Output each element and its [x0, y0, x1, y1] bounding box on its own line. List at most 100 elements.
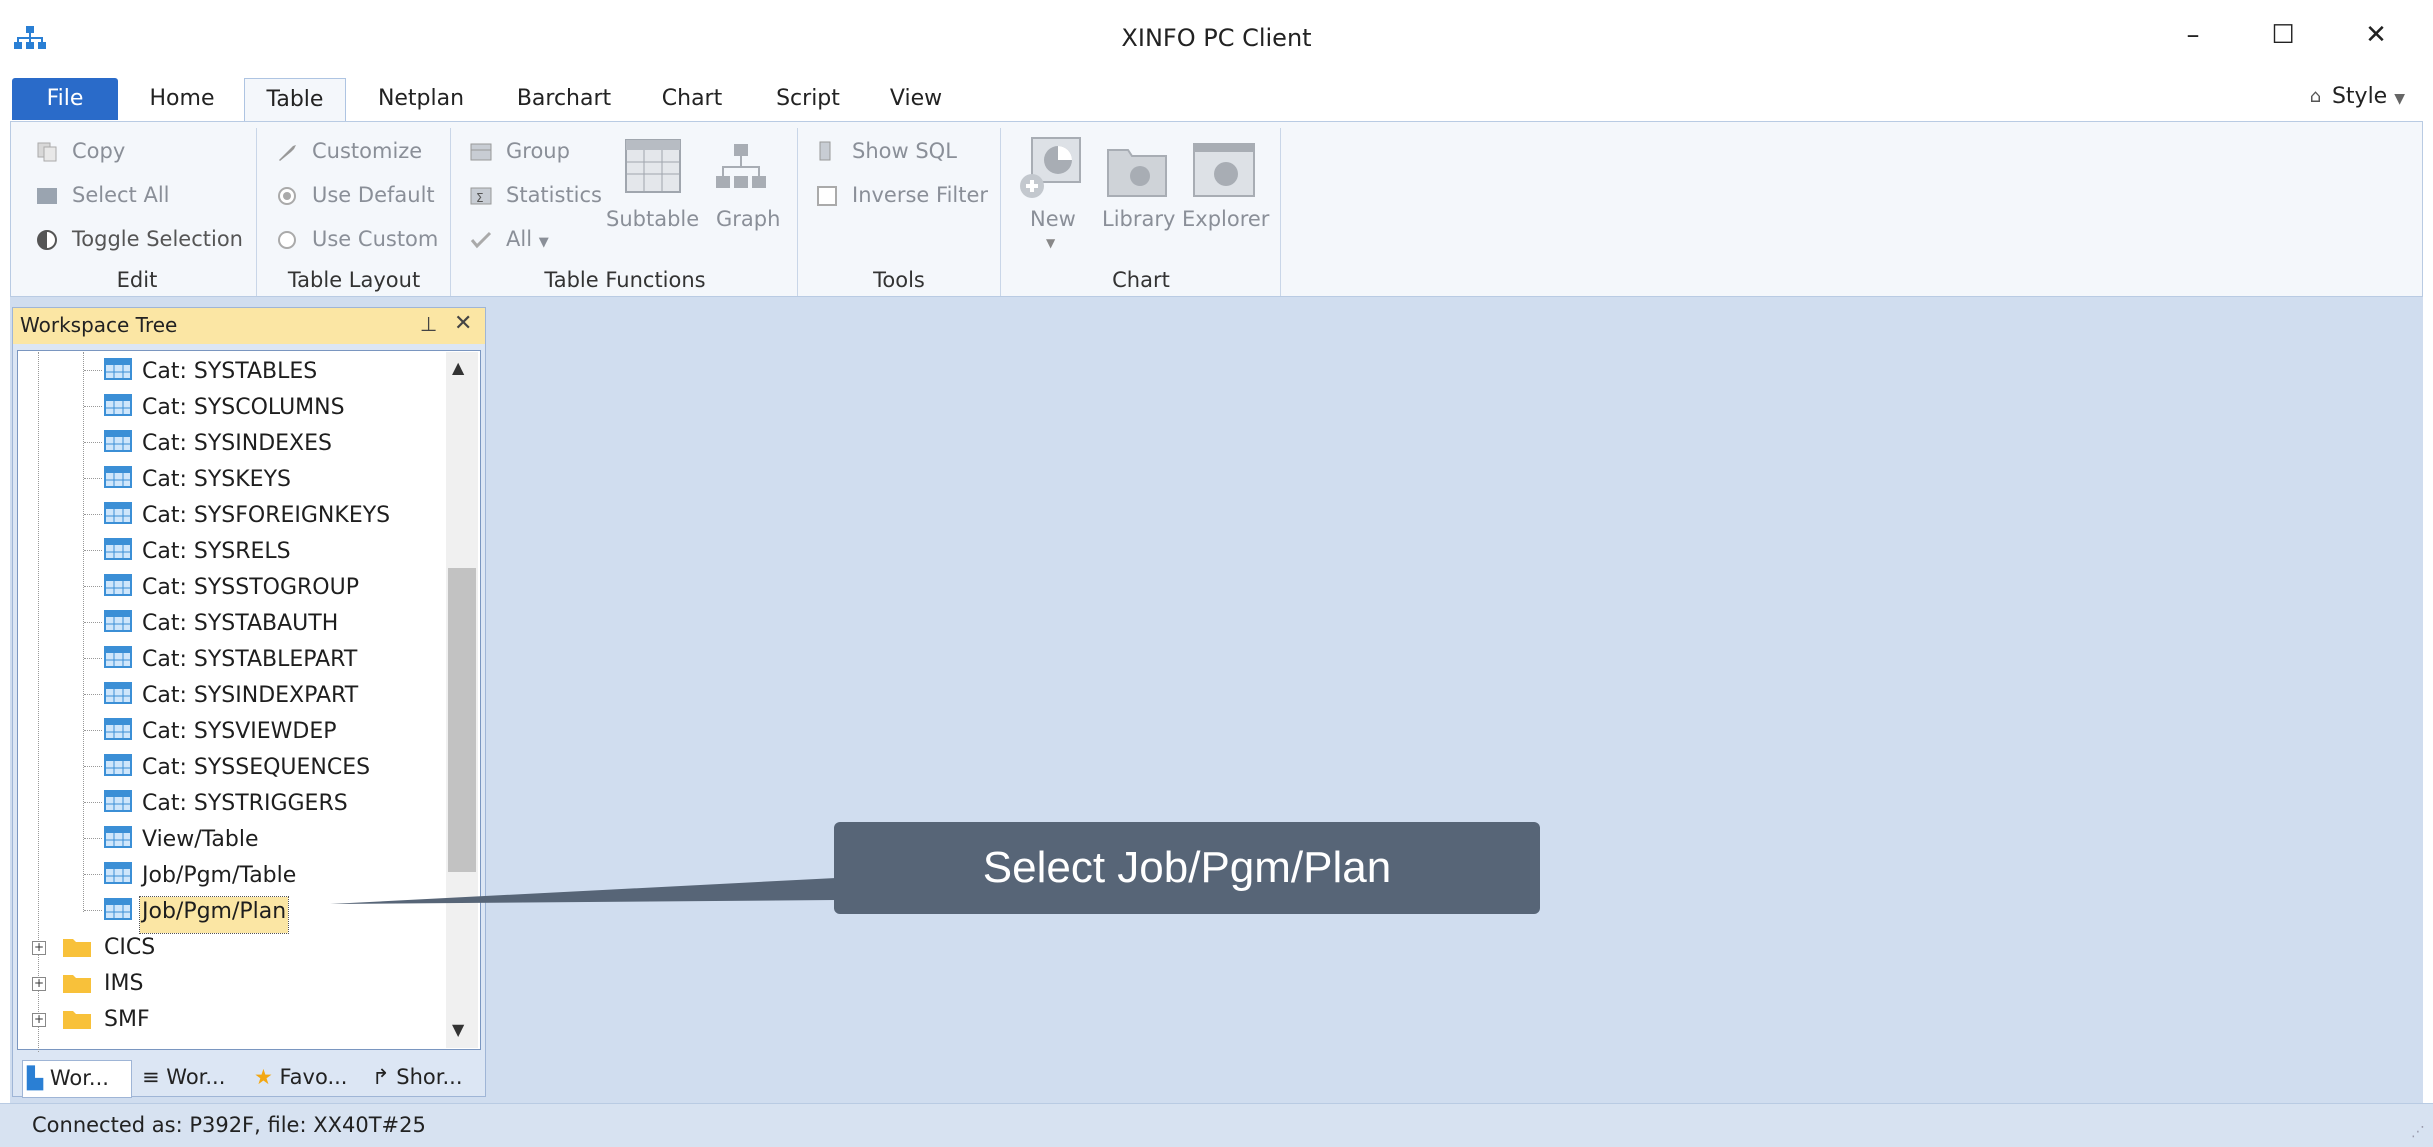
tree-item[interactable]: Cat: SYSSTOGROUP [142, 570, 359, 606]
status-text: Connected as: P392F, file: XX40T#25 [32, 1113, 426, 1137]
tree-item[interactable]: Cat: SYSRELS [142, 534, 291, 570]
all-dropdown[interactable]: All ▼ [506, 227, 549, 251]
ribbon-separator [450, 128, 451, 296]
tree-item[interactable]: Cat: SYSTABLEPART [142, 642, 357, 678]
tab-barchart[interactable]: Barchart [506, 78, 622, 120]
bottom-tab-shortcuts[interactable]: ↱ Shor... [372, 1060, 463, 1096]
workspace-tree-icon: ▙ [27, 1066, 44, 1090]
tab-chart[interactable]: Chart [652, 78, 732, 120]
bottom-tab-favorites[interactable]: ★ Favo... [254, 1060, 347, 1096]
show-sql-button[interactable]: Show SQL [852, 139, 957, 163]
tab-file[interactable]: File [12, 78, 118, 120]
tab-netplan[interactable]: Netplan [368, 78, 474, 120]
explorer-button[interactable]: Explorer [1182, 207, 1269, 231]
tab-script[interactable]: Script [766, 78, 850, 120]
tree-folder[interactable]: SMF [104, 1002, 150, 1038]
tree-guide-line [84, 802, 102, 803]
library-button[interactable]: Library [1102, 207, 1175, 231]
tree-item[interactable]: Job/Pgm/Table [142, 858, 296, 894]
maximize-button[interactable]: ☐ [2248, 14, 2318, 56]
subtable-button[interactable]: Subtable [606, 207, 699, 231]
copy-button[interactable]: Copy [72, 139, 125, 163]
tree-folder[interactable]: CICS [104, 930, 155, 966]
pin-icon[interactable]: ⊥ [420, 312, 437, 336]
customize-button[interactable]: Customize [312, 139, 422, 163]
style-label: Style [2331, 84, 2388, 109]
select-all-button[interactable]: Select All [72, 183, 170, 207]
resize-grip-icon[interactable]: ⋰ [2411, 1124, 2425, 1140]
tree-item[interactable]: Cat: SYSINDEXPART [142, 678, 358, 714]
expand-icon[interactable]: + [32, 977, 46, 991]
tree-guide-line [84, 442, 102, 443]
tree-guide-line [84, 514, 102, 515]
tree-item[interactable]: Cat: SYSTABAUTH [142, 606, 338, 642]
tree-item[interactable]: Cat: SYSTABLES [142, 354, 317, 390]
bottom-tab-workspace-list[interactable]: ≡ Wor... [142, 1060, 225, 1096]
bottom-tab-workspace-tree[interactable]: ▙ Wor... [22, 1060, 132, 1098]
new-chart-button[interactable]: New [1030, 207, 1076, 231]
radio-checked-icon [278, 187, 296, 205]
folder-icon [62, 936, 92, 962]
list-icon: ≡ [142, 1065, 160, 1089]
table-icon [104, 754, 132, 776]
panel-close-icon[interactable]: ✕ [454, 311, 472, 336]
tree-guide-line [84, 694, 102, 695]
use-default-radio[interactable]: Use Default [312, 183, 435, 207]
table-icon [104, 898, 132, 920]
style-dropdown[interactable]: Style ▼ [2332, 84, 2405, 109]
tree-guide-line [84, 622, 102, 623]
tree-item[interactable]: Cat: SYSINDEXES [142, 426, 332, 462]
tree-guide-line [84, 370, 102, 371]
group-label-edit: Edit [116, 268, 158, 292]
statistics-button[interactable]: Statistics [506, 183, 602, 207]
scrollbar-thumb[interactable] [448, 568, 476, 872]
scroll-up-icon[interactable]: ▲ [452, 358, 464, 377]
tree-item[interactable]: Cat: SYSFOREIGNKEYS [142, 498, 390, 534]
toggle-selection-button[interactable]: Toggle Selection [72, 227, 243, 251]
tree-folder[interactable]: IMS [104, 966, 143, 1002]
tree-guide-line [84, 658, 102, 659]
expand-icon[interactable]: + [32, 1013, 46, 1027]
bottom-tab-label: Wor... [49, 1066, 109, 1090]
library-icon [1107, 149, 1167, 197]
graph-button[interactable]: Graph [716, 207, 780, 231]
group-icon [470, 143, 492, 161]
scroll-down-icon[interactable]: ▼ [452, 1020, 464, 1039]
group-button[interactable]: Group [506, 139, 570, 163]
expand-icon[interactable]: + [32, 941, 46, 955]
copy-icon [37, 142, 57, 162]
ribbon-separator [256, 128, 257, 296]
tree-item[interactable]: Cat: SYSVIEWDEP [142, 714, 337, 750]
tree-guide-line [84, 910, 102, 911]
table-icon [104, 574, 132, 596]
subtable-icon [625, 139, 681, 193]
group-label-table-functions: Table Functions [544, 268, 706, 292]
svg-text:Σ: Σ [476, 191, 484, 205]
tree-item[interactable]: View/Table [142, 822, 259, 858]
collapse-ribbon-icon[interactable]: ⌂ [2310, 86, 2321, 107]
tree-guide-line [84, 874, 102, 875]
tree-item[interactable]: Cat: SYSCOLUMNS [142, 390, 345, 426]
tree-item[interactable]: Cat: SYSTRIGGERS [142, 786, 348, 822]
tree-item[interactable]: Cat: SYSSEQUENCES [142, 750, 370, 786]
use-custom-radio[interactable]: Use Custom [312, 227, 438, 251]
new-chart-icon [1020, 137, 1081, 198]
inverse-filter-checkbox[interactable]: Inverse Filter [852, 183, 988, 207]
show-sql-icon [819, 141, 831, 161]
chevron-down-icon: ▼ [538, 235, 549, 250]
star-icon: ★ [254, 1065, 273, 1089]
tree-guide-line [84, 550, 102, 551]
tree-item-selected[interactable]: Job/Pgm/Plan [138, 896, 290, 934]
minimize-button[interactable]: – [2158, 14, 2228, 56]
table-icon [104, 358, 132, 380]
tree-guide-line [84, 766, 102, 767]
tab-view[interactable]: View [876, 78, 956, 120]
all-label: All [506, 227, 533, 251]
table-icon [104, 430, 132, 452]
tree-item[interactable]: Cat: SYSKEYS [142, 462, 291, 498]
shortcut-arrow-icon: ↱ [372, 1065, 390, 1089]
tab-table[interactable]: Table [244, 78, 346, 121]
tree-guide-line [84, 838, 102, 839]
close-button[interactable]: ✕ [2341, 14, 2411, 56]
tab-home[interactable]: Home [138, 78, 226, 120]
